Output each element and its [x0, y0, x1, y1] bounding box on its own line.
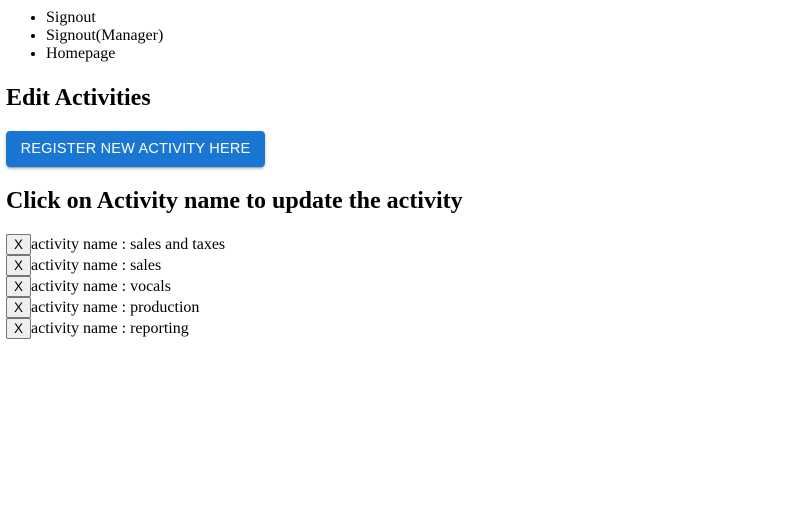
- activity-row: X activity name : vocals: [6, 276, 225, 297]
- nav-list: Signout Signout(Manager) Homepage: [6, 9, 163, 63]
- register-new-activity-button[interactable]: REGISTER NEW ACTIVITY HERE: [6, 131, 265, 167]
- activity-name-link[interactable]: activity name : sales and taxes: [31, 236, 225, 254]
- activity-row: X activity name : reporting: [6, 318, 225, 339]
- delete-activity-button[interactable]: X: [6, 234, 31, 255]
- activity-list: X activity name : sales and taxes X acti…: [6, 234, 225, 339]
- delete-activity-button[interactable]: X: [6, 297, 31, 318]
- activity-row: X activity name : production: [6, 297, 225, 318]
- delete-activity-button[interactable]: X: [6, 276, 31, 297]
- activity-name-link[interactable]: activity name : reporting: [31, 320, 189, 338]
- activity-row: X activity name : sales: [6, 255, 225, 276]
- page-title: Edit Activities: [6, 85, 151, 111]
- signout-manager-link[interactable]: Signout(Manager): [46, 27, 163, 44]
- activity-name-link[interactable]: activity name : vocals: [31, 278, 171, 296]
- activity-row: X activity name : sales and taxes: [6, 234, 225, 255]
- instructions-heading: Click on Activity name to update the act…: [6, 188, 463, 214]
- delete-activity-button[interactable]: X: [6, 318, 31, 339]
- activity-name-link[interactable]: activity name : production: [31, 299, 199, 317]
- homepage-link[interactable]: Homepage: [46, 45, 115, 62]
- delete-activity-button[interactable]: X: [6, 255, 31, 276]
- nav-item-signout-manager: Signout(Manager): [46, 27, 163, 45]
- nav-item-signout: Signout: [46, 9, 163, 27]
- nav-item-homepage: Homepage: [46, 45, 163, 63]
- signout-link[interactable]: Signout: [46, 9, 96, 26]
- activity-name-link[interactable]: activity name : sales: [31, 257, 161, 275]
